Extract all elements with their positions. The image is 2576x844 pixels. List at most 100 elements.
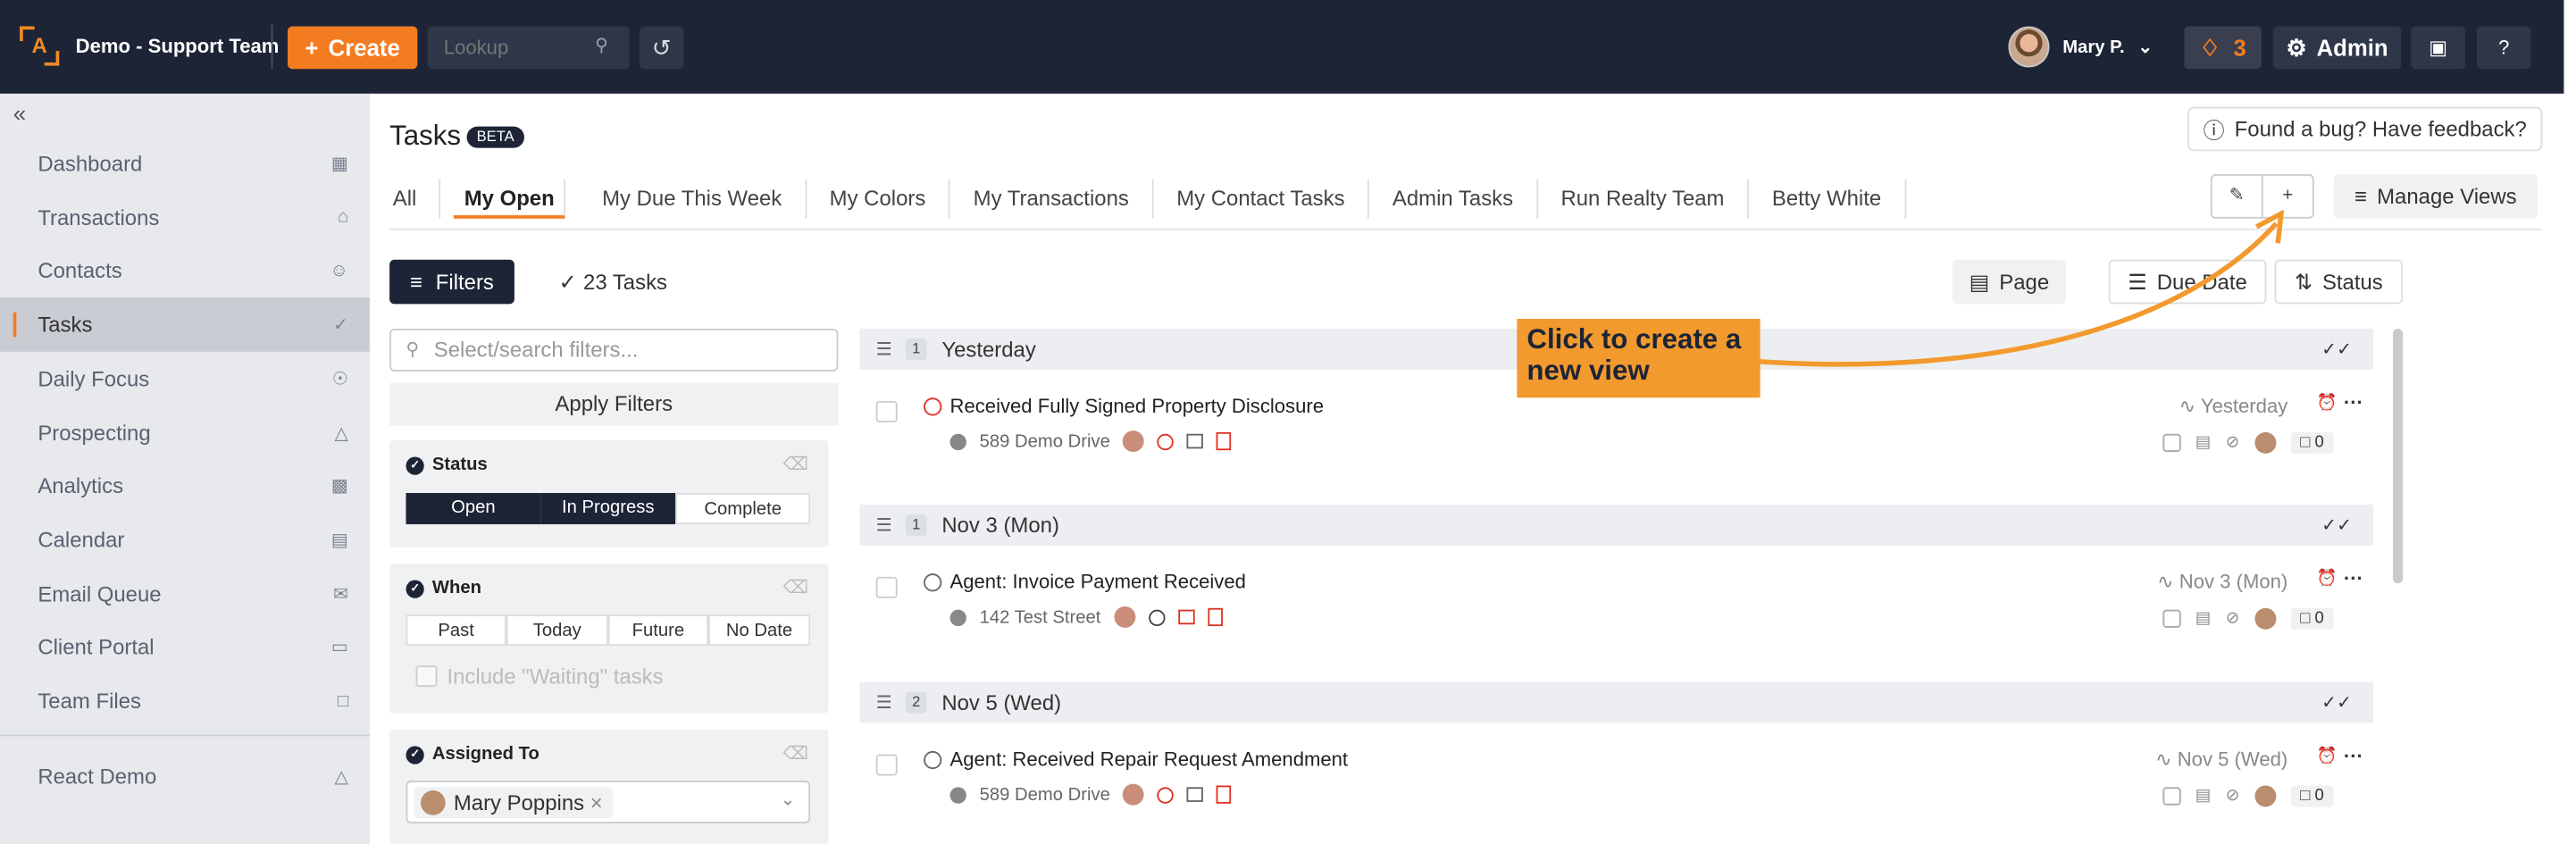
document-icon[interactable] xyxy=(1208,607,1223,627)
status-icon[interactable] xyxy=(1158,432,1175,450)
task-group-header[interactable]: ☰ 2 Nov 5 (Wed) ✓✓ xyxy=(859,681,2373,723)
checkbox-icon[interactable] xyxy=(2162,433,2181,452)
notes-icon[interactable]: ▤ xyxy=(2195,434,2211,452)
notes-icon[interactable]: ▤ xyxy=(2195,610,2211,628)
checkbox[interactable] xyxy=(415,665,438,688)
sidebar-item-react-demo[interactable]: React Demo △ xyxy=(0,749,370,804)
task-title[interactable]: Agent: Received Repair Request Amendment xyxy=(950,748,1349,771)
sidebar-item-email-queue[interactable]: Email Queue ✉ xyxy=(0,566,370,621)
more-icon[interactable]: ··· xyxy=(2344,391,2363,414)
user-menu[interactable]: Mary P. ⌄ xyxy=(2008,26,2153,68)
collapse-sidebar-icon[interactable]: « xyxy=(13,100,26,126)
task-count-label: 23 Tasks xyxy=(583,269,668,295)
alarm-icon[interactable]: ⏰ xyxy=(2317,748,2338,765)
trash-icon[interactable]: ⌫ xyxy=(783,743,809,765)
history-button[interactable]: ↺ xyxy=(639,26,684,70)
task-address[interactable]: 589 Demo Drive xyxy=(980,431,1110,451)
calendar-icon[interactable] xyxy=(1187,433,1204,449)
sidebar-item-client-portal[interactable]: Client Portal ▭ xyxy=(0,620,370,674)
when-past-option[interactable]: Past xyxy=(406,614,506,647)
task-due-date: ∿ Nov 3 (Mon) xyxy=(2157,570,2287,593)
sidebar-divider xyxy=(0,734,370,737)
sidebar-item-analytics[interactable]: Analytics ▩ xyxy=(0,459,370,514)
sidebar-item-prospecting[interactable]: Prospecting △ xyxy=(0,405,370,460)
alarm-icon[interactable]: ⏰ xyxy=(2317,395,2338,413)
checkbox-icon[interactable] xyxy=(2162,787,2181,806)
filter-search-input[interactable]: Select/search filters... xyxy=(389,329,839,372)
scrollbar[interactable] xyxy=(2393,329,2404,584)
calendar-icon[interactable] xyxy=(1187,787,1204,802)
help-button[interactable]: ? xyxy=(2476,26,2531,70)
remove-icon[interactable]: × xyxy=(590,790,603,815)
status-in-progress-option[interactable]: In Progress xyxy=(540,493,676,524)
check-all-icon[interactable]: ✓✓ xyxy=(2321,692,2352,713)
tab-run-realty-team[interactable]: Run Realty Team xyxy=(1538,179,1750,219)
feedback-button[interactable]: ⓘ Found a bug? Have feedback? xyxy=(2187,106,2543,152)
app-logo[interactable]: A xyxy=(20,26,60,66)
more-icon[interactable]: ··· xyxy=(2344,745,2363,768)
status-open-option[interactable]: Open xyxy=(406,493,541,524)
status-circle-icon[interactable] xyxy=(924,750,942,770)
more-icon[interactable]: ··· xyxy=(2344,567,2363,590)
include-waiting-checkbox[interactable]: Include "Waiting" tasks xyxy=(415,664,664,689)
tab-my-due-this-week[interactable]: My Due This Week xyxy=(579,179,807,219)
when-future-option[interactable]: Future xyxy=(607,614,709,647)
task-row[interactable]: Agent: Received Repair Request Amendment… xyxy=(859,728,2373,826)
task-group-header[interactable]: ☰ 1 Nov 3 (Mon) ✓✓ xyxy=(859,504,2373,546)
task-title[interactable]: Agent: Invoice Payment Received xyxy=(950,570,1246,593)
assignee-select[interactable]: Mary Poppins × ⌄ xyxy=(406,781,811,823)
document-icon[interactable] xyxy=(1217,785,1233,804)
when-no-date-option[interactable]: No Date xyxy=(708,614,811,647)
task-row[interactable]: Agent: Invoice Payment Received 142 Test … xyxy=(859,550,2373,648)
status-icon[interactable] xyxy=(1158,786,1175,803)
notifications-button[interactable]: ♢ 3 xyxy=(2184,26,2262,70)
sidebar-item-transactions[interactable]: Transactions ⌂ xyxy=(0,190,370,245)
calendar-icon[interactable] xyxy=(1177,609,1195,625)
check-all-icon[interactable]: ✓✓ xyxy=(2321,338,2352,360)
status-complete-option[interactable]: Complete xyxy=(675,493,811,524)
checkbox-icon[interactable] xyxy=(2162,609,2181,628)
sidebar-item-dashboard[interactable]: Dashboard ▦ xyxy=(0,137,370,191)
tab-my-contact-tasks[interactable]: My Contact Tasks xyxy=(1153,179,1370,219)
manage-views-button[interactable]: ≡ Manage Views xyxy=(2333,174,2538,219)
comment-count[interactable]: □ 0 xyxy=(2290,607,2334,630)
notes-icon[interactable]: ▤ xyxy=(2195,787,2211,805)
task-select-checkbox[interactable] xyxy=(875,400,898,422)
task-address[interactable]: 589 Demo Drive xyxy=(980,785,1110,805)
task-title[interactable]: Received Fully Signed Property Disclosur… xyxy=(950,395,1324,418)
sidebar-item-label: Dashboard xyxy=(38,151,143,176)
apply-filters-button[interactable]: Apply Filters xyxy=(389,382,839,426)
create-button[interactable]: + Create xyxy=(288,26,418,70)
block-icon[interactable]: ⊘ xyxy=(2226,610,2239,628)
status-icon[interactable] xyxy=(1148,608,1166,626)
tab-my-transactions[interactable]: My Transactions xyxy=(950,179,1154,219)
document-icon[interactable] xyxy=(1217,431,1233,451)
trash-icon[interactable]: ⌫ xyxy=(783,454,809,475)
tab-all[interactable]: All xyxy=(370,179,441,219)
team-name[interactable]: Demo - Support Team xyxy=(76,35,280,58)
task-select-checkbox[interactable] xyxy=(875,576,898,598)
sidebar-item-tasks[interactable]: Tasks ✓ xyxy=(0,297,370,352)
block-icon[interactable]: ⊘ xyxy=(2226,434,2239,452)
admin-button[interactable]: ⚙ Admin xyxy=(2272,26,2402,70)
trash-icon[interactable]: ⌫ xyxy=(783,577,809,598)
sidebar-item-daily-focus[interactable]: Daily Focus ☉ xyxy=(0,351,370,405)
comment-count[interactable]: □ 0 xyxy=(2290,431,2334,454)
filters-button[interactable]: ≡ Filters xyxy=(389,259,514,305)
block-icon[interactable]: ⊘ xyxy=(2226,787,2239,805)
tab-my-open[interactable]: My Open xyxy=(454,179,566,219)
gift-button[interactable]: ▣ xyxy=(2411,26,2465,70)
sidebar-item-calendar[interactable]: Calendar ▤ xyxy=(0,513,370,567)
tab-admin-tasks[interactable]: Admin Tasks xyxy=(1369,179,1538,219)
status-circle-icon[interactable] xyxy=(924,573,942,592)
alarm-icon[interactable]: ⏰ xyxy=(2317,570,2338,588)
status-circle-icon[interactable] xyxy=(924,397,942,416)
task-select-checkbox[interactable] xyxy=(875,754,898,776)
comment-count[interactable]: □ 0 xyxy=(2290,785,2334,807)
sidebar-item-contacts[interactable]: Contacts ☺ xyxy=(0,244,370,298)
when-today-option[interactable]: Today xyxy=(506,614,608,647)
tab-my-colors[interactable]: My Colors xyxy=(807,179,950,219)
check-all-icon[interactable]: ✓✓ xyxy=(2321,514,2352,536)
sidebar-item-team-files[interactable]: Team Files □ xyxy=(0,673,370,728)
task-address[interactable]: 142 Test Street xyxy=(980,607,1101,627)
